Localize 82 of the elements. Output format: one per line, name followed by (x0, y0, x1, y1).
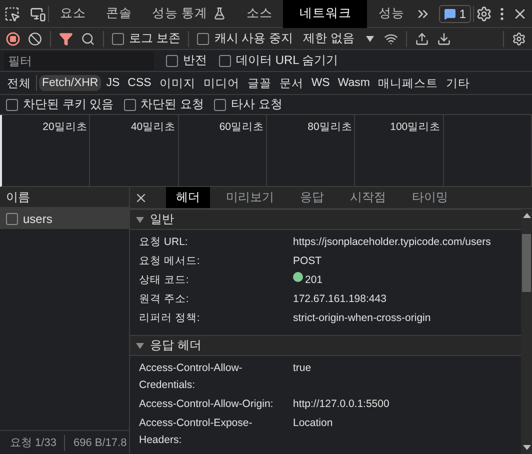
type-filter[interactable]: JS (103, 75, 123, 91)
settings-icon[interactable] (476, 6, 492, 22)
type-filter[interactable]: WS (308, 75, 333, 91)
checkbox-label[interactable]: 반전 (166, 52, 207, 69)
section-header[interactable]: 일반 (130, 209, 521, 230)
detail-tab[interactable]: 타이밍 (402, 187, 458, 208)
checkbox[interactable] (6, 213, 18, 225)
flask-icon (213, 7, 226, 20)
issues-badge[interactable]: 1 (439, 4, 471, 22)
header-value: http://127.0.0.1:5500 (293, 397, 390, 412)
type-filter[interactable]: CSS (124, 75, 154, 91)
header-value: POST (293, 254, 322, 269)
column-header[interactable]: 이름 (0, 187, 129, 209)
checkbox-label[interactable]: 캐시 사용 중지 (197, 30, 294, 47)
checkbox-label[interactable]: 로그 보존 (112, 30, 180, 47)
panel-tab[interactable]: 요소 (51, 0, 95, 28)
checkbox[interactable] (197, 32, 210, 44)
checkbox-label[interactable]: 차단된 요청 (124, 96, 204, 113)
type-filter[interactable]: 글꼴 (244, 74, 274, 92)
time-tick: 40밀리초 (130, 121, 176, 133)
header-value: Location (293, 416, 333, 431)
header-value: 201 (305, 273, 323, 288)
inspect-icon[interactable] (4, 6, 20, 22)
header-name: 리퍼러 정책: (139, 311, 201, 326)
type-filter[interactable]: 문서 (276, 74, 306, 92)
time-tick: 60밀리초 (219, 121, 264, 133)
header-name: 상태 코드: (139, 273, 190, 288)
detail-tab[interactable]: 미리보기 (216, 187, 284, 208)
panel-tab[interactable]: 소스 (237, 0, 282, 28)
record-icon[interactable] (6, 32, 20, 46)
detail-tab[interactable]: 응답 (290, 187, 334, 208)
checkbox-label[interactable]: 타사 요청 (214, 96, 282, 113)
header-name: 요청 메서드: (139, 254, 201, 269)
header-name: Access-Control-Allow-Origin: (139, 397, 274, 412)
type-filter[interactable]: 이미지 (156, 74, 198, 92)
throttling-dropdown[interactable]: 제한 없음 (301, 30, 376, 47)
header-value: https://jsonplaceholder.typicode.com/users (293, 235, 491, 250)
settings-icon[interactable] (512, 32, 526, 46)
panel-tab[interactable]: 콘솔 (97, 0, 141, 28)
caret-icon (366, 36, 374, 42)
header-value: strict-origin-when-cross-origin (293, 311, 431, 326)
checkbox-label[interactable]: 차단된 쿠키 있음 (6, 96, 114, 113)
checkbox[interactable] (214, 98, 226, 110)
checkbox-label[interactable]: 데이터 URL 숨기기 (219, 52, 338, 69)
checkbox[interactable] (219, 54, 231, 66)
wifi-settings-icon[interactable] (384, 32, 398, 46)
header-name: 요청 URL: (139, 235, 189, 250)
request-row[interactable]: users (0, 209, 129, 229)
section-header[interactable]: 응답 헤더 (130, 335, 521, 356)
type-filter[interactable]: 미디어 (200, 74, 242, 92)
filter-field[interactable]: 필터 (4, 52, 154, 70)
search-icon[interactable] (81, 32, 95, 46)
checkbox[interactable] (6, 98, 18, 110)
header-name: Access-Control-Allow-Credentials: (139, 361, 244, 393)
checkbox[interactable] (112, 32, 124, 44)
device-toggle-icon[interactable] (30, 6, 46, 22)
panel-tab[interactable]: 네트워크 (283, 0, 368, 28)
checkbox[interactable] (166, 54, 178, 66)
header-name: Access-Control-Expose-Headers: (139, 416, 254, 448)
request-count: 요청 1/33 (10, 436, 56, 450)
transfer-size: 696 B/17.8 (73, 436, 127, 448)
type-filter[interactable]: Wasm (334, 75, 374, 91)
download-icon[interactable] (437, 32, 452, 46)
checkbox[interactable] (124, 98, 136, 110)
panel-tab[interactable]: 성능 통계 (143, 0, 236, 28)
upload-icon[interactable] (415, 32, 430, 46)
header-value: 172.67.161.198:443 (293, 292, 386, 307)
header-value: true (293, 361, 312, 376)
time-tick: 100밀리초 (390, 121, 441, 133)
panel-tab[interactable]: 성능 (369, 0, 414, 28)
type-filter[interactable]: 전체 (4, 74, 34, 92)
time-tick: 20밀리초 (42, 121, 88, 133)
type-filter[interactable]: Fetch/XHR (39, 75, 102, 91)
detail-tab[interactable]: 시작점 (340, 187, 396, 208)
scrollbar[interactable] (521, 209, 532, 454)
detail-tab[interactable]: 헤더 (166, 187, 210, 208)
clear-icon[interactable] (28, 32, 42, 46)
type-filter[interactable]: 기타 (443, 74, 474, 92)
type-filter[interactable]: 매니페스트 (375, 74, 442, 92)
time-tick: 80밀리초 (308, 121, 352, 133)
filter-icon[interactable] (59, 32, 73, 46)
header-name: 원격 주소: (139, 292, 190, 307)
